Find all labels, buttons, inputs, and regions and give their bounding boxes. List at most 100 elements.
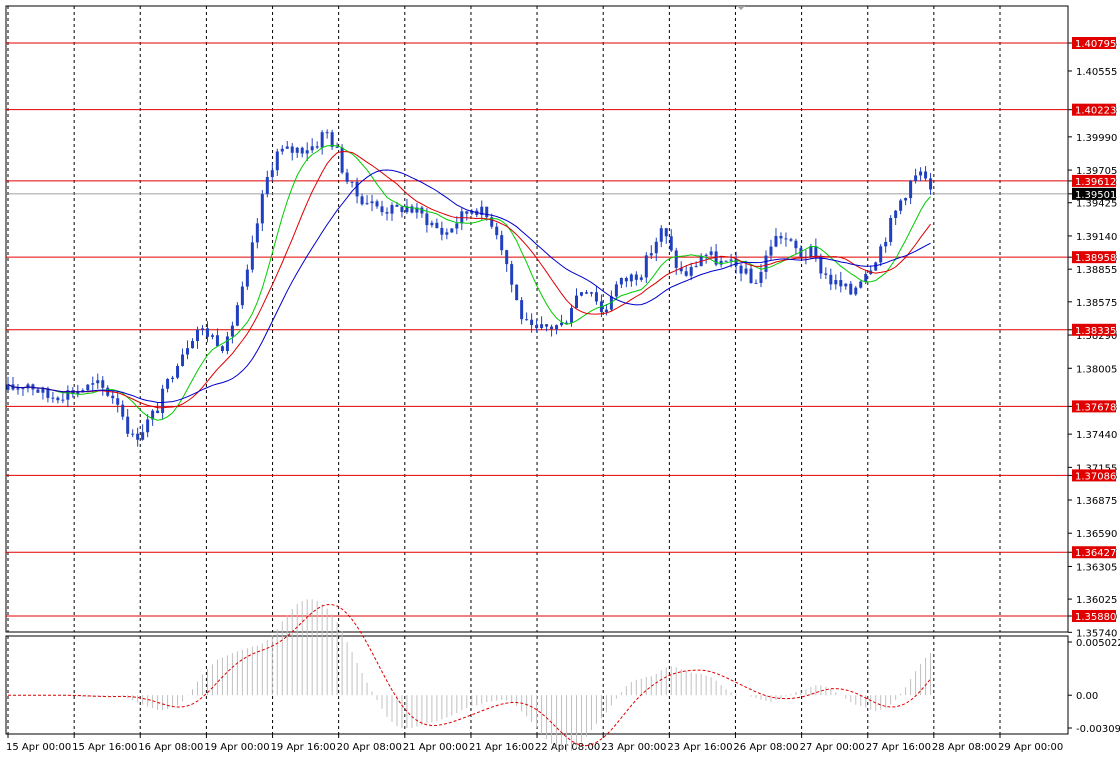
candle-body [659,228,663,242]
candle-body [260,194,264,224]
y-tick-label: 1.38575 [1076,298,1117,309]
candle-body [360,196,364,205]
candle-body [325,132,329,134]
candle-body [320,132,324,148]
candle-body [191,341,195,349]
candle-body [86,384,90,391]
candle-body [215,335,219,347]
level-badge-label: 1.40223 [1075,106,1116,117]
candle-body [186,348,190,355]
x-tick-label: 21 Apr 16:00 [469,742,534,753]
candle-body [914,175,918,182]
candle-body [51,397,55,399]
moving-average-line [7,169,931,403]
x-tick-label: 19 Apr 16:00 [271,742,336,753]
x-tick-label: 21 Apr 00:00 [403,742,468,753]
candle-body [176,365,180,378]
candle-body [200,328,204,330]
candle-body [295,147,299,153]
candle-body [604,309,608,313]
candle-body [929,178,933,190]
candle-body [674,250,678,268]
candle-body [370,201,374,204]
candle-body [96,380,100,384]
candle-body [744,268,748,274]
candle-body [919,171,923,176]
level-badge-label: 1.36427 [1075,548,1116,559]
candle-body [285,146,289,149]
candle-body [265,177,269,195]
candle-body [455,223,459,229]
moving-average-line [7,145,931,421]
candle-body [764,255,768,272]
x-tick-label: 19 Apr 00:00 [204,742,269,753]
candle-body [355,181,359,197]
candle-body [520,300,524,320]
candle-body [210,335,214,337]
candle-body [440,227,444,235]
moving-average-line [7,150,931,409]
candle-body [385,212,389,214]
osc-y-tick-label: 0.005022 [1076,638,1120,649]
x-tick-label: 23 Apr 16:00 [667,742,732,753]
candle-body [904,198,908,201]
candle-body [181,354,185,366]
candle-body [21,388,25,390]
level-badge-label: 1.35880 [1075,612,1116,623]
candle-body [894,210,898,218]
price-chart[interactable]: 15 Apr 00:00 15 Apr 16:00 16 Apr 08:00 19 A… [0,0,1120,758]
candle-body [430,222,434,226]
x-tick-label: 15 Apr 16:00 [72,742,137,753]
candle-body [505,250,509,265]
x-tick-label: 28 Apr 08:00 [932,742,997,753]
candle-body [195,329,199,342]
level-badge-label: 1.37678 [1075,402,1116,413]
candle-body [759,271,763,283]
candle-body [275,151,279,171]
candle-body [395,205,399,207]
x-tick-label: 22 Apr 08:00 [535,742,600,753]
candle-body [909,181,913,199]
candle-body [849,283,853,295]
x-tick-label: 15 Apr 00:00 [6,742,71,753]
y-tick-label: 1.39990 [1076,133,1117,144]
y-tick-label: 1.38005 [1076,364,1117,375]
candle-body [425,213,429,226]
level-badge-label: 1.38958 [1075,253,1116,264]
y-tick-label: 1.36305 [1076,562,1117,573]
candle-body [629,274,633,282]
candle-body [166,378,170,389]
candle-body [694,266,698,268]
candle-body [116,398,120,405]
y-tick-label: 1.39140 [1076,232,1117,243]
candle-body [669,236,673,251]
x-tick-label: 27 Apr 00:00 [800,742,865,753]
candle-body [899,200,903,211]
candle-body [380,206,384,213]
candle-body [644,255,648,278]
candle-body [255,223,259,243]
candle-body [570,307,574,323]
candle-body [555,325,559,330]
candle-body [709,251,713,255]
candle-body [41,388,45,393]
candle-body [245,269,249,287]
candle-body [161,388,165,413]
candle-body [171,377,175,379]
candle-body [614,284,618,297]
candle-body [485,206,489,218]
candle-body [619,277,623,285]
candle-body [634,274,638,280]
candle-body [91,383,95,385]
candle-body [889,217,893,242]
candle-body [824,273,828,275]
x-tick-label: 16 Apr 08:00 [138,742,203,753]
candle-body [704,254,708,256]
current-price-label: 1.39501 [1075,190,1116,201]
candle-body [584,292,588,294]
y-tick-label: 1.36590 [1076,529,1117,540]
candle-body [280,148,284,152]
candle-body [510,264,514,285]
y-tick-label: 1.40555 [1076,67,1117,78]
candle-body [225,336,229,352]
